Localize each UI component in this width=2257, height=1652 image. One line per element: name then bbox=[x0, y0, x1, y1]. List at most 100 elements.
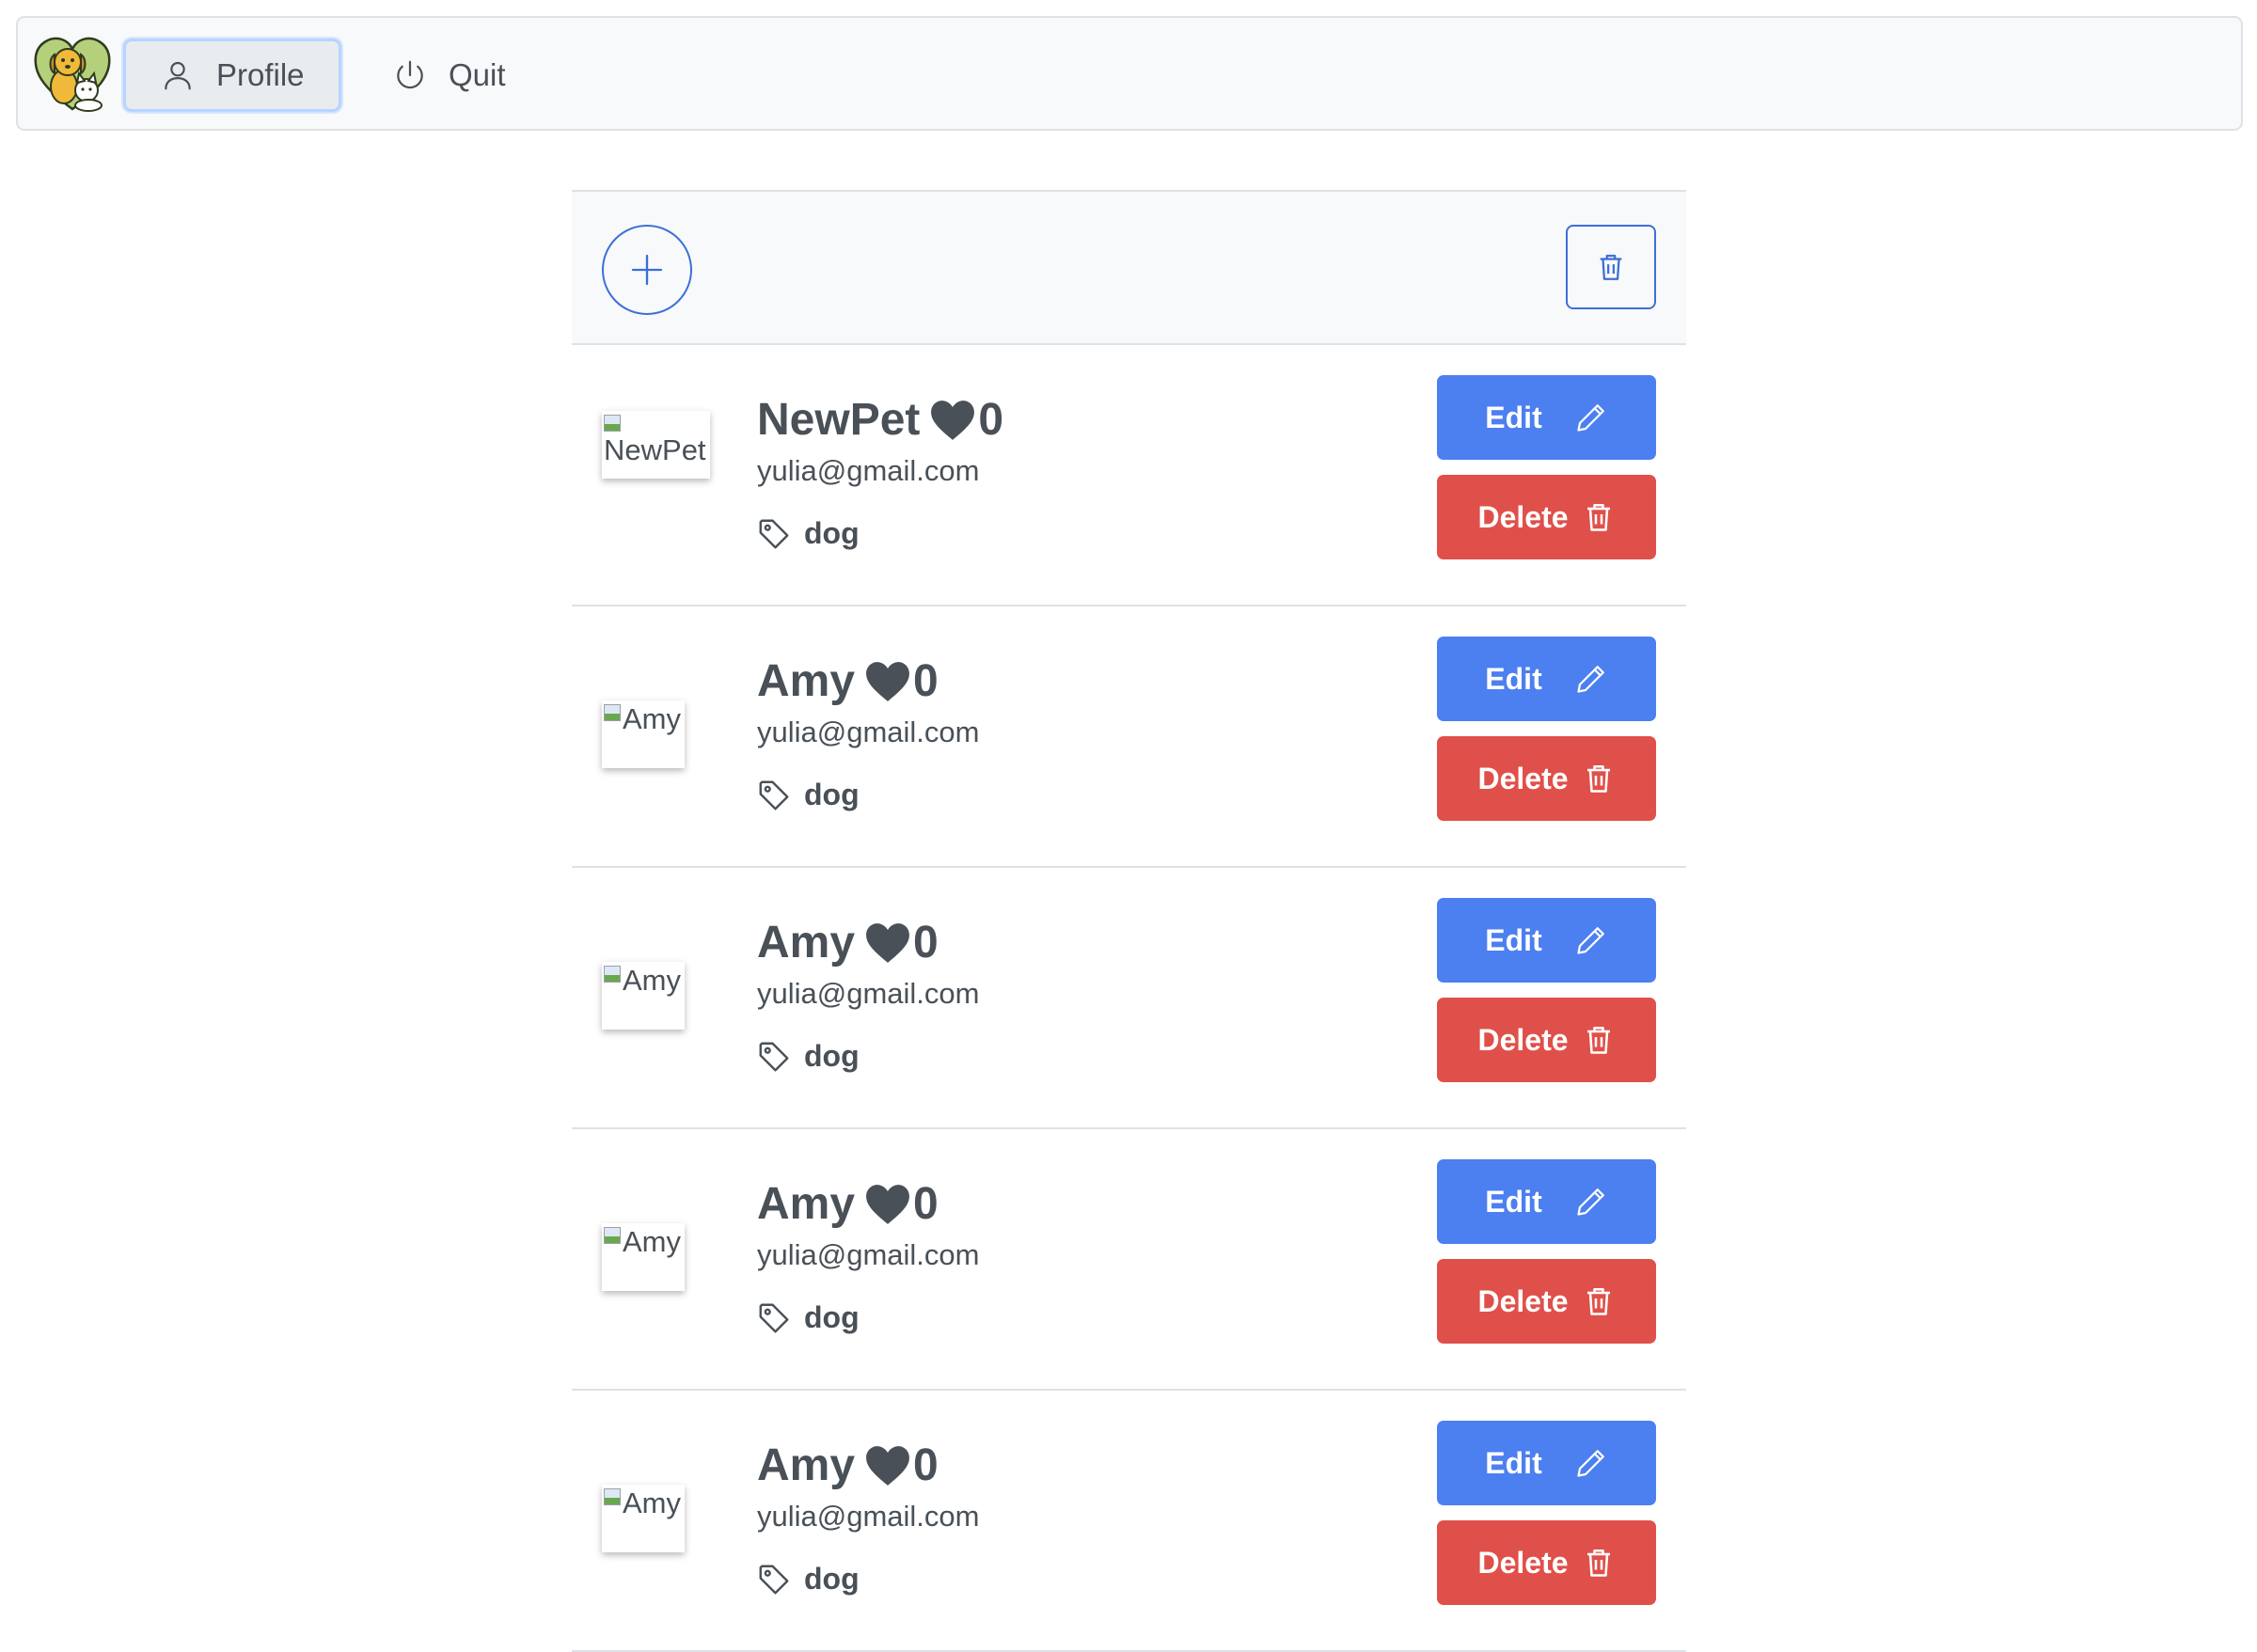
pet-image[interactable]: Amy bbox=[602, 962, 685, 1030]
pet-name-line: NewPet 0 bbox=[757, 394, 1003, 446]
pet-name: Amy bbox=[757, 1179, 856, 1229]
nav-profile-label: Profile bbox=[216, 57, 305, 92]
pencil-icon bbox=[1577, 1188, 1604, 1216]
tag-icon bbox=[759, 519, 789, 548]
pets-panel: NewPet NewPet 0 yulia@gmail.com dog Edit bbox=[572, 190, 1686, 1652]
delete-button-label: Delete bbox=[1477, 1545, 1569, 1580]
pet-owner-email: yulia@gmail.com bbox=[757, 716, 980, 748]
edit-button-label: Edit bbox=[1485, 400, 1542, 434]
heart-icon[interactable] bbox=[864, 660, 911, 703]
broken-image-icon bbox=[604, 966, 621, 983]
trash-icon bbox=[1586, 503, 1610, 531]
delete-button[interactable]: Delete bbox=[1437, 1520, 1656, 1605]
edit-button[interactable]: Edit bbox=[1437, 375, 1656, 460]
pet-tag-label: dog bbox=[804, 1300, 860, 1334]
pet-name-line: Amy 0 bbox=[757, 1178, 939, 1230]
plus-icon bbox=[631, 254, 663, 286]
heart-icon[interactable] bbox=[864, 921, 911, 965]
tag-icon bbox=[759, 1303, 789, 1332]
broken-image-icon bbox=[604, 704, 621, 721]
pet-name: Amy bbox=[757, 918, 856, 968]
list-item: Amy Amy 0 yulia@gmail.com dog Edit Delet… bbox=[572, 1129, 1686, 1391]
pet-image-alt: Amy bbox=[623, 1487, 681, 1519]
pet-image[interactable]: Amy bbox=[602, 1485, 685, 1552]
delete-button[interactable]: Delete bbox=[1437, 1259, 1656, 1344]
pet-name-line: Amy 0 bbox=[757, 655, 939, 707]
add-pet-button[interactable] bbox=[602, 225, 692, 315]
pet-image-alt: NewPet bbox=[604, 433, 706, 466]
edit-button-label: Edit bbox=[1485, 661, 1542, 696]
pet-image[interactable]: Amy bbox=[602, 700, 685, 768]
broken-image-icon bbox=[604, 415, 621, 432]
tag-icon bbox=[759, 1042, 789, 1071]
pet-tag-label: dog bbox=[804, 516, 860, 550]
pet-image[interactable]: Amy bbox=[602, 1223, 685, 1291]
pet-name: NewPet bbox=[757, 395, 921, 445]
pet-tag: dog bbox=[757, 516, 860, 551]
pet-name-line: Amy 0 bbox=[757, 917, 939, 968]
pet-owner-email: yulia@gmail.com bbox=[757, 1238, 980, 1271]
pencil-icon bbox=[1577, 404, 1604, 432]
panel-toolbar bbox=[572, 190, 1686, 345]
nav-quit-label: Quit bbox=[449, 57, 506, 92]
edit-button[interactable]: Edit bbox=[1437, 898, 1656, 983]
broken-image-icon bbox=[604, 1227, 621, 1244]
pet-tag-label: dog bbox=[804, 1039, 860, 1073]
delete-button-label: Delete bbox=[1477, 1283, 1569, 1318]
pet-image-alt: Amy bbox=[623, 702, 681, 735]
edit-button-label: Edit bbox=[1485, 1445, 1542, 1480]
trash-icon bbox=[1586, 1287, 1610, 1315]
pet-tag-label: dog bbox=[804, 778, 860, 811]
pet-likes-count: 0 bbox=[913, 918, 939, 968]
list-item: Amy Amy 0 yulia@gmail.com dog Edit Delet… bbox=[572, 868, 1686, 1129]
pet-name: Amy bbox=[757, 1440, 856, 1490]
nav-quit-button[interactable]: Quit bbox=[375, 39, 526, 112]
trash-icon bbox=[1586, 764, 1610, 793]
trash-icon bbox=[1586, 1026, 1610, 1054]
heart-icon[interactable] bbox=[929, 399, 976, 442]
pet-tag-label: dog bbox=[804, 1562, 860, 1596]
pet-tag: dog bbox=[757, 1039, 860, 1074]
power-icon bbox=[397, 60, 423, 89]
list-item: Amy Amy 0 yulia@gmail.com dog Edit Delet… bbox=[572, 606, 1686, 868]
nav-profile-button[interactable]: Profile bbox=[123, 39, 341, 112]
pet-image[interactable]: NewPet bbox=[602, 411, 710, 479]
pet-logo-icon[interactable] bbox=[32, 32, 113, 113]
broken-image-icon bbox=[604, 1488, 621, 1505]
trash-icon bbox=[1586, 1549, 1610, 1577]
tag-icon bbox=[759, 1565, 789, 1594]
heart-icon[interactable] bbox=[864, 1444, 911, 1487]
pet-likes-count: 0 bbox=[913, 656, 939, 706]
pet-name: Amy bbox=[757, 656, 856, 706]
pet-owner-email: yulia@gmail.com bbox=[757, 454, 980, 487]
pet-tag: dog bbox=[757, 1562, 860, 1597]
pet-likes-count: 0 bbox=[913, 1440, 939, 1490]
delete-button-label: Delete bbox=[1477, 1022, 1569, 1057]
pencil-icon bbox=[1577, 1450, 1604, 1477]
delete-button-label: Delete bbox=[1477, 761, 1569, 795]
heart-icon[interactable] bbox=[864, 1183, 911, 1226]
pencil-icon bbox=[1577, 927, 1604, 954]
delete-all-button[interactable] bbox=[1566, 225, 1656, 309]
edit-button-label: Edit bbox=[1485, 922, 1542, 957]
tag-icon bbox=[759, 780, 789, 810]
pet-name-line: Amy 0 bbox=[757, 1440, 939, 1491]
pet-list: NewPet NewPet 0 yulia@gmail.com dog Edit bbox=[572, 345, 1686, 1652]
pet-owner-email: yulia@gmail.com bbox=[757, 1500, 980, 1533]
user-icon bbox=[165, 61, 191, 90]
delete-button[interactable]: Delete bbox=[1437, 475, 1656, 559]
edit-button-label: Edit bbox=[1485, 1184, 1542, 1219]
list-item: Amy Amy 0 yulia@gmail.com dog Edit Delet… bbox=[572, 1391, 1686, 1652]
edit-button[interactable]: Edit bbox=[1437, 637, 1656, 721]
trash-icon bbox=[1600, 254, 1622, 280]
delete-button[interactable]: Delete bbox=[1437, 998, 1656, 1082]
pet-image-alt: Amy bbox=[623, 1225, 681, 1258]
pet-tag: dog bbox=[757, 1300, 860, 1335]
pet-tag: dog bbox=[757, 778, 860, 812]
edit-button[interactable]: Edit bbox=[1437, 1421, 1656, 1505]
pet-likes-count: 0 bbox=[913, 1179, 939, 1229]
edit-button[interactable]: Edit bbox=[1437, 1159, 1656, 1244]
top-navbar: Profile Quit bbox=[16, 16, 2243, 131]
delete-button-label: Delete bbox=[1477, 499, 1569, 534]
delete-button[interactable]: Delete bbox=[1437, 736, 1656, 821]
